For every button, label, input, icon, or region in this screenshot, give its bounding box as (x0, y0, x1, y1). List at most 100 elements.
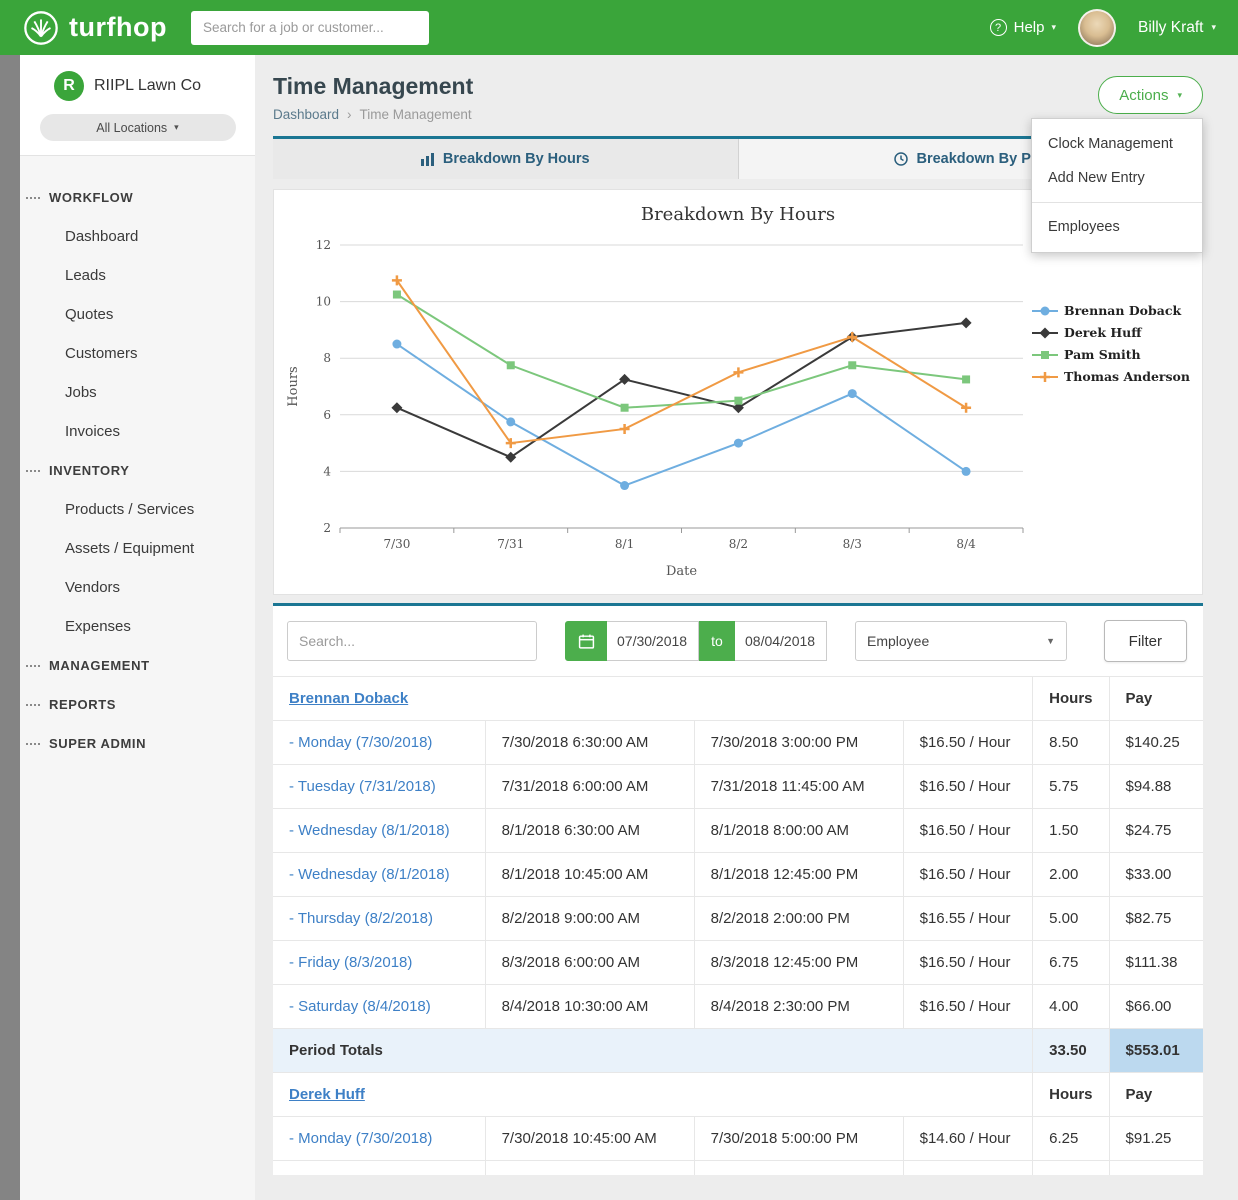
menu-item-add-new-entry[interactable]: Add New Entry (1032, 161, 1202, 195)
day-entry-link[interactable]: - Saturday (8/4/2018) (289, 998, 431, 1015)
sidebar-item-invoices[interactable]: Invoices (20, 412, 255, 451)
chart-legend: Brennan Doback Derek Huff Pam Smith Thomas … (1032, 303, 1194, 588)
select-caret-icon: ▼ (1046, 636, 1055, 646)
clock-in-cell: 7/31/2018 6:00:00 AM (485, 765, 694, 809)
breadcrumb-separator: › (347, 107, 352, 122)
employee-select[interactable]: Employee ▼ (855, 621, 1067, 661)
pay-column-header: Pay (1109, 1073, 1203, 1117)
table-row: - Monday (7/30/2018) 7/30/2018 10:45:00 … (273, 1117, 1203, 1161)
rate-cell: $16.50 / Hour (903, 941, 1033, 985)
date-to-input[interactable] (735, 621, 827, 661)
location-selector[interactable]: All Locations ▾ (40, 114, 236, 141)
clock-out-cell: 8/2/2018 2:00:00 PM (694, 897, 903, 941)
chevron-down-icon: ▾ (1051, 22, 1056, 33)
sidebar-item-quotes[interactable]: Quotes (20, 295, 255, 334)
date-to-label: to (699, 621, 735, 661)
day-entry-link[interactable]: - Monday (7/30/2018) (289, 1130, 432, 1147)
svg-text:8: 8 (323, 351, 331, 365)
svg-text:4: 4 (323, 464, 331, 478)
breadcrumb-current: Time Management (360, 107, 472, 122)
legend-item[interactable]: Pam Smith (1032, 347, 1194, 362)
table-row: - Monday (7/30/2018) 7/30/2018 6:30:00 A… (273, 721, 1203, 765)
period-totals-pay: $553.01 (1109, 1029, 1203, 1073)
brand-name: turfhop (69, 12, 167, 43)
employee-header-row: Brennan Doback Hours Pay (273, 677, 1203, 721)
menu-item-clock-management[interactable]: Clock Management (1032, 127, 1202, 161)
legend-marker-icon (1032, 305, 1058, 317)
section-dash-icon (26, 665, 40, 667)
svg-text:10: 10 (316, 295, 331, 309)
table-search-input[interactable] (287, 621, 537, 661)
brand-logo[interactable]: turfhop (22, 9, 167, 47)
rate-cell: $16.55 / Hour (903, 897, 1033, 941)
day-entry-link[interactable]: - Wednesday (8/1/2018) (289, 822, 450, 839)
actions-button[interactable]: Actions ▾ (1098, 76, 1203, 114)
svg-text:Hours: Hours (286, 366, 301, 406)
sidebar-item-leads[interactable]: Leads (20, 256, 255, 295)
time-entries-card: to Employee ▼ Filter Brennan Doback Hour… (273, 603, 1203, 1175)
user-menu[interactable]: Billy Kraft ▾ (1138, 19, 1216, 37)
legend-marker-icon (1032, 349, 1058, 361)
pay-cell: $66.00 (1109, 985, 1203, 1029)
employee-header-row: Derek Huff Hours Pay (273, 1073, 1203, 1117)
calendar-button[interactable] (565, 621, 607, 661)
sidebar-item-jobs[interactable]: Jobs (20, 373, 255, 412)
global-search-input[interactable] (191, 11, 429, 45)
main-content: Time Management Dashboard › Time Managem… (255, 55, 1238, 1200)
clock-out-cell: 7/31/2018 11:45:00 AM (694, 765, 903, 809)
pay-cell: $111.38 (1109, 941, 1203, 985)
nav-section-reports[interactable]: REPORTS (20, 685, 255, 724)
clock-out-cell: 7/30/2018 5:00:00 PM (694, 1117, 903, 1161)
menu-item-employees[interactable]: Employees (1032, 210, 1202, 244)
hours-chart: 246810127/307/318/18/28/38/4DateHours (282, 233, 1032, 588)
table-row: - Wednesday (8/1/2018) 8/1/2018 10:45:00… (273, 853, 1203, 897)
avatar[interactable] (1078, 9, 1116, 47)
day-entry-link[interactable]: - Tuesday (7/31/2018) (289, 778, 436, 795)
svg-text:8/3: 8/3 (843, 537, 862, 551)
day-entry-link[interactable]: - Thursday (8/2/2018) (289, 910, 433, 927)
nav-section-inventory: INVENTORY (20, 451, 255, 490)
employee-link[interactable]: Derek Huff (289, 1086, 365, 1103)
date-from-input[interactable] (607, 621, 699, 661)
sidebar-item-customers[interactable]: Customers (20, 334, 255, 373)
legend-marker-icon (1032, 327, 1058, 339)
nav-section-super-admin[interactable]: SUPER ADMIN (20, 724, 255, 763)
hours-cell: 6.25 (1033, 1117, 1109, 1161)
filter-button[interactable]: Filter (1104, 620, 1187, 662)
bar-chart-icon (421, 153, 435, 166)
employee-link[interactable]: Brennan Doback (289, 690, 408, 707)
sidebar-item-products-services[interactable]: Products / Services (20, 490, 255, 529)
legend-marker-icon (1032, 371, 1058, 383)
chevron-down-icon: ▾ (1211, 22, 1216, 33)
nav-section-management[interactable]: MANAGEMENT (20, 646, 255, 685)
chevron-down-icon: ▾ (1177, 90, 1182, 101)
clock-in-cell: 7/30/2018 10:45:00 AM (485, 1117, 694, 1161)
sidebar-item-vendors[interactable]: Vendors (20, 568, 255, 607)
user-name: Billy Kraft (1138, 19, 1203, 37)
day-entry-link[interactable]: - Monday (7/30/2018) (289, 734, 432, 751)
day-entry-link[interactable]: - Wednesday (8/1/2018) (289, 866, 450, 883)
legend-item[interactable]: Thomas Anderson (1032, 369, 1194, 384)
period-totals-label: Period Totals (273, 1029, 1033, 1073)
company-logo: R (54, 71, 84, 101)
sidebar-item-assets-equipment[interactable]: Assets / Equipment (20, 529, 255, 568)
table-row: - Wednesday (8/1/2018) 8/1/2018 6:30:00 … (273, 809, 1203, 853)
svg-text:6: 6 (323, 408, 331, 422)
period-totals-row: Period Totals 33.50 $553.01 (273, 1029, 1203, 1073)
hours-cell: 8.50 (1033, 721, 1109, 765)
sidebar-item-expenses[interactable]: Expenses (20, 607, 255, 646)
rate-cell: $16.50 / Hour (903, 809, 1033, 853)
pay-cell: $91.25 (1109, 1117, 1203, 1161)
legend-item[interactable]: Derek Huff (1032, 325, 1194, 340)
legend-item[interactable]: Brennan Doback (1032, 303, 1194, 318)
hours-cell: 4.00 (1033, 985, 1109, 1029)
tab-breakdown-by-hours[interactable]: Breakdown By Hours (273, 139, 739, 179)
sidebar-item-dashboard[interactable]: Dashboard (20, 217, 255, 256)
employee-select-value: Employee (867, 633, 929, 649)
breadcrumb-dashboard[interactable]: Dashboard (273, 107, 339, 122)
help-menu[interactable]: ? Help ▾ (990, 19, 1056, 36)
menu-divider (1032, 202, 1202, 203)
clock-icon (894, 152, 908, 166)
day-entry-link[interactable]: - Friday (8/3/2018) (289, 954, 412, 971)
sidebar-nav: WORKFLOW Dashboard Leads Quotes Customer… (20, 156, 255, 763)
